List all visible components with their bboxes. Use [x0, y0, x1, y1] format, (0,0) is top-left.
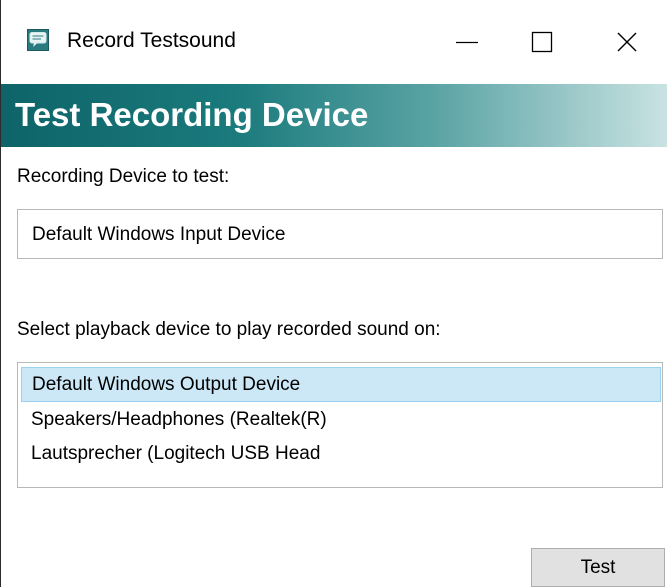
maximize-button[interactable]: [496, 0, 588, 84]
close-icon: [616, 31, 638, 53]
list-item-default-output[interactable]: Default Windows Output Device: [21, 367, 661, 402]
page-title: Test Recording Device: [15, 96, 369, 133]
playback-device-label: Select playback device to play recorded …: [17, 319, 441, 340]
close-button[interactable]: [581, 0, 667, 84]
window-title: Record Testsound: [67, 29, 236, 52]
recording-device-label: Recording Device to test:: [17, 166, 230, 187]
maximize-icon: [531, 31, 553, 53]
title-bar[interactable]: Record Testsound: [1, 0, 667, 84]
test-button[interactable]: Test: [531, 548, 665, 587]
list-item-lautsprecher-logitech[interactable]: Lautsprecher (Logitech USB Head: [21, 437, 661, 472]
speech-bubble-icon: [27, 29, 49, 51]
playback-device-list[interactable]: Default Windows Output Device Speakers/H…: [17, 362, 663, 488]
recording-device-value: Default Windows Input Device: [32, 224, 286, 245]
minimize-icon: [456, 31, 478, 53]
recording-device-field[interactable]: Default Windows Input Device: [17, 209, 663, 259]
list-item-speakers-realtek[interactable]: Speakers/Headphones (Realtek(R): [21, 403, 661, 438]
header-banner: Test Recording Device: [1, 84, 667, 147]
record-testsound-window: Record Testsound Test Recording Device R…: [0, 0, 667, 587]
